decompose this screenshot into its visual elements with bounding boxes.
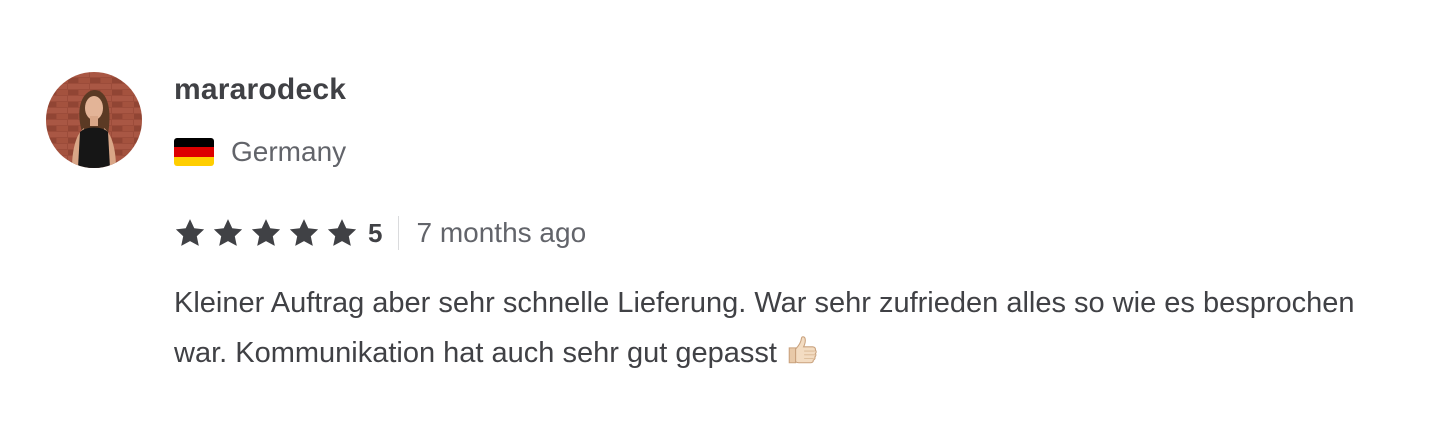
star-icon <box>251 219 281 246</box>
flag-stripe-gold <box>174 156 214 166</box>
flag-stripe-black <box>174 138 214 148</box>
review-card: mararodeck Germany 5 7 months ago Kleine… <box>0 0 1448 444</box>
star-icon <box>213 219 243 246</box>
rating-value: 5 <box>368 218 383 248</box>
username[interactable]: mararodeck <box>174 70 346 110</box>
avatar[interactable] <box>46 72 142 168</box>
review-body: Kleiner Auftrag aber sehr schnelle Liefe… <box>174 287 1355 369</box>
review-text: Kleiner Auftrag aber sehr schnelle Liefe… <box>174 278 1414 378</box>
rating-divider <box>398 216 400 250</box>
country-info: Germany <box>174 132 346 172</box>
avatar-image <box>46 72 142 168</box>
thumbs-up-icon <box>788 336 817 364</box>
germany-flag-icon <box>174 138 214 166</box>
flag-stripe-red <box>174 147 214 157</box>
review-time-ago: 7 months ago <box>416 217 587 248</box>
star-rating <box>174 217 368 249</box>
star-icon <box>327 219 357 246</box>
rating-row: 5 7 months ago <box>174 212 586 254</box>
star-icon <box>175 219 205 246</box>
star-icon <box>289 219 319 246</box>
country-name: Germany <box>231 136 347 167</box>
